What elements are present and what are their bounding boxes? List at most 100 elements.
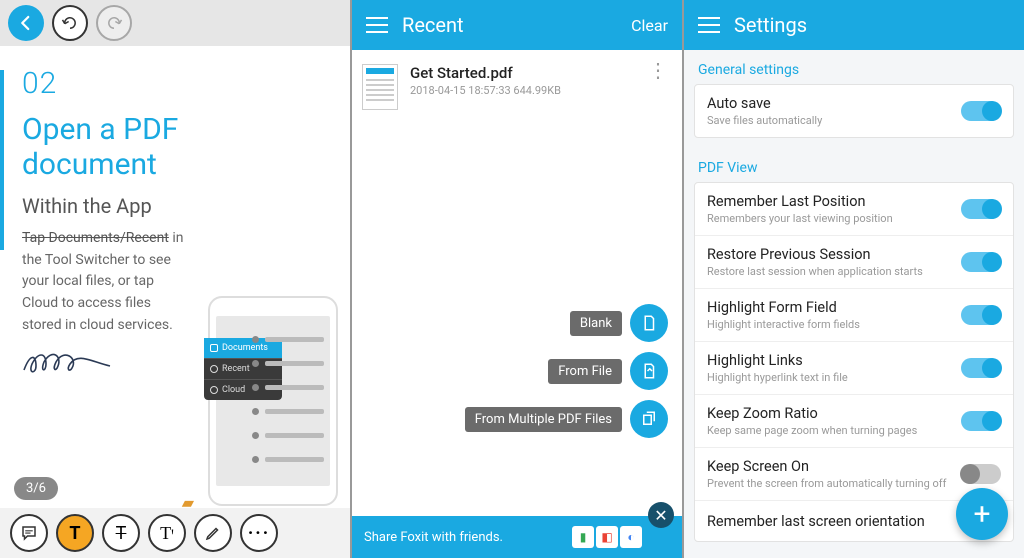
share-app-icon[interactable]: ◧ [596,526,618,548]
file-import-icon [640,362,658,380]
mini-menu-label: Recent [222,364,250,374]
general-group: Auto save Save files automatically [694,84,1014,138]
fab-from-file[interactable]: From File [548,352,668,390]
back-button[interactable] [8,5,44,41]
file-name: Get Started.pdf [410,64,632,82]
file-info: Get Started.pdf 2018-04-15 18:57:33 644.… [410,64,632,97]
accent-bar [0,70,4,250]
toggle-highlight-links[interactable] [961,358,1001,378]
toggle-keep-screen-on[interactable] [961,464,1001,484]
share-text: Share Foxit with friends. [364,530,503,545]
create-fab-menu: Blank From File From Multiple PDF Files [465,304,668,438]
add-fab-button[interactable]: + [956,488,1008,540]
setting-title: Restore Previous Session [707,246,951,263]
page-title-line1: Open a PDF [22,112,178,147]
toggle-keep-zoom[interactable] [961,411,1001,431]
setting-keep-zoom[interactable]: Keep Zoom Ratio Keep same page zoom when… [695,394,1013,447]
setting-restore-session[interactable]: Restore Previous Session Restore last se… [695,235,1013,288]
setting-keep-screen-on[interactable]: Keep Screen On Prevent the screen from a… [695,447,1013,500]
setting-desc: Save files automatically [707,114,951,127]
pdf-viewer-panel: 02 Open a PDF document Within the App Ta… [0,0,352,558]
page-number-heading: 02 [22,66,328,101]
document-page[interactable]: 02 Open a PDF document Within the App Ta… [0,46,350,508]
setting-title: Keep Screen On [707,458,951,475]
plus-icon: + [973,497,990,532]
setting-desc: Prevent the screen from automatically tu… [707,477,951,490]
undo-icon [61,14,79,32]
share-app-icon[interactable]: ▮ [572,526,594,548]
setting-desc: Highlight hyperlink text in file [707,371,951,384]
file-row[interactable]: Get Started.pdf 2018-04-15 18:57:33 644.… [362,64,672,110]
more-icon: ··· [248,523,270,544]
setting-auto-save[interactable]: Auto save Save files automatically [695,85,1013,137]
undo-button[interactable] [52,5,88,41]
recent-header: Recent Clear [352,0,682,50]
recent-panel: Recent Clear Get Started.pdf 2018-04-15 … [352,0,684,558]
fab-from-file-button[interactable] [630,352,668,390]
setting-highlight-links[interactable]: Highlight Links Highlight hyperlink text… [695,341,1013,394]
fab-label: From File [548,359,622,384]
signature-icon [22,350,112,378]
speech-bubble-icon [20,524,38,542]
fab-label: From Multiple PDF Files [465,407,622,432]
page-indicator[interactable]: 3/6 [14,477,58,500]
phone-rows [252,330,324,474]
blank-doc-icon [640,314,658,332]
setting-title: Auto save [707,95,951,112]
text-caret-icon: Tꞌ [160,523,174,544]
more-tools-button[interactable]: ··· [240,514,278,552]
pencil-tool-button[interactable] [194,514,232,552]
strikethrough-text: Tap Documents/Recent [22,230,169,246]
page-subtitle: Within the App [22,194,328,218]
page-title-line2: document [22,147,157,182]
setting-title: Highlight Form Field [707,299,951,316]
phone-screen: Documents Recent Cloud [216,316,330,486]
settings-body[interactable]: General settings Auto save Save files au… [684,50,1024,558]
setting-desc: Restore last session when application st… [707,265,951,278]
menu-button[interactable] [698,17,720,33]
phone-illustration: Documents Recent Cloud [208,296,338,506]
setting-remember-position[interactable]: Remember Last Position Remembers your la… [695,183,1013,235]
settings-title: Settings [734,13,807,37]
menu-button[interactable] [366,17,388,33]
fab-blank-button[interactable] [630,304,668,342]
section-general: General settings [690,50,1018,84]
file-meta: 2018-04-15 18:57:33 644.99KB [410,84,632,97]
fab-from-multiple[interactable]: From Multiple PDF Files [465,400,668,438]
clear-button[interactable]: Clear [631,16,668,35]
fab-label: Blank [570,311,622,336]
page-body-text: Tap Documents/Recent in the Tool Switche… [22,228,192,336]
file-options-button[interactable]: ⋮ [644,64,672,76]
strikethrough-tool-button[interactable]: T [102,514,140,552]
setting-desc: Keep same page zoom when turning pages [707,424,951,437]
pdf-view-group: Remember Last Position Remembers your la… [694,182,1014,542]
highlight-tool-button[interactable]: T [56,514,94,552]
page-title: Open a PDF document [22,113,328,182]
toggle-remember-position[interactable] [961,199,1001,219]
recent-list: Get Started.pdf 2018-04-15 18:57:33 644.… [352,50,682,516]
share-app-icon[interactable]: ◐ [620,526,642,548]
redo-icon [105,14,123,32]
share-banner[interactable]: Share Foxit with friends. ▮ ◧ ◐ ✕ [352,516,682,558]
viewer-topbar [0,0,350,46]
comment-tool-button[interactable] [10,514,48,552]
text-strike-icon: T [116,523,127,544]
setting-title: Remember last screen orientation [707,513,951,530]
pencil-icon [204,524,222,542]
toggle-highlight-form[interactable] [961,305,1001,325]
arrow-left-icon [17,14,35,32]
setting-title: Keep Zoom Ratio [707,405,951,422]
fab-blank[interactable]: Blank [570,304,668,342]
pdf-thumbnail-icon [362,64,398,110]
text-caret-tool-button[interactable]: Tꞌ [148,514,186,552]
files-multiple-icon [640,410,658,428]
fab-from-multiple-button[interactable] [630,400,668,438]
text-highlight-icon: T [69,523,80,544]
settings-header: Settings [684,0,1024,50]
setting-highlight-form[interactable]: Highlight Form Field Highlight interacti… [695,288,1013,341]
viewer-toolbar: T T Tꞌ ··· [0,508,350,558]
close-banner-button[interactable]: ✕ [648,502,674,528]
toggle-restore-session[interactable] [961,252,1001,272]
setting-title: Remember Last Position [707,193,951,210]
toggle-auto-save[interactable] [961,101,1001,121]
